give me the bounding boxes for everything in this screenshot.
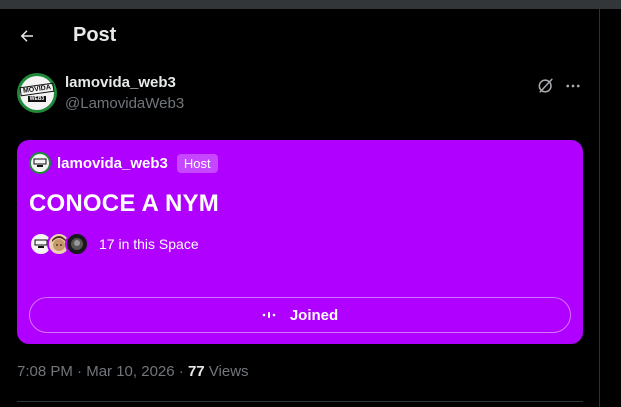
host-avatar (29, 152, 51, 174)
listener-logo-icon (34, 239, 48, 248)
listener-dark-icon (71, 238, 83, 250)
space-card[interactable]: lamovida_web3 Host CONOCE A NYM 17 in th… (17, 140, 583, 344)
author-name[interactable]: lamovida_web3 (65, 74, 176, 91)
avatar-logo-sub: WEB3 (27, 95, 47, 102)
post-time[interactable]: 7:08 PM (17, 363, 73, 380)
avatar-logo: MOVIDA WEB3 (19, 76, 55, 110)
arrow-left-icon (20, 30, 33, 42)
listener-avatar (65, 232, 89, 256)
host-badge: Host (176, 153, 218, 173)
avatar-logo-word: MOVIDA (19, 82, 55, 96)
audio-dots-icon (262, 311, 276, 319)
listeners-count: 17 in this Space (99, 236, 199, 252)
divider (17, 401, 583, 402)
listeners-row: 17 in this Space (29, 232, 199, 256)
grok-icon (538, 78, 553, 93)
author-handle[interactable]: @LamovidaWeb3 (65, 95, 184, 112)
meta-separator: · (174, 363, 188, 380)
grok-button[interactable] (536, 76, 556, 96)
host-name: lamovida_web3 (57, 154, 168, 172)
author-avatar[interactable]: MOVIDA WEB3 (17, 73, 57, 113)
column-divider (599, 9, 600, 407)
window-top-bar (0, 0, 621, 9)
post-meta: 7:08 PM · Mar 10, 2026 · 77 Views (17, 363, 249, 380)
host-avatar-logo-icon (33, 158, 47, 167)
post-header: Post (0, 9, 599, 62)
post-date[interactable]: Mar 10, 2026 (86, 363, 174, 380)
views-count: 77 (187, 363, 205, 380)
space-host-row: lamovida_web3 Host (29, 152, 218, 174)
joined-button[interactable]: Joined (29, 297, 571, 333)
views-label: Views (204, 363, 249, 380)
joined-label: Joined (289, 306, 339, 324)
more-button[interactable] (563, 76, 583, 96)
page-title: Post (73, 24, 117, 46)
space-title: CONOCE A NYM (29, 190, 219, 217)
more-icon (566, 84, 580, 88)
meta-separator: · (72, 363, 87, 380)
back-button[interactable] (12, 21, 42, 51)
